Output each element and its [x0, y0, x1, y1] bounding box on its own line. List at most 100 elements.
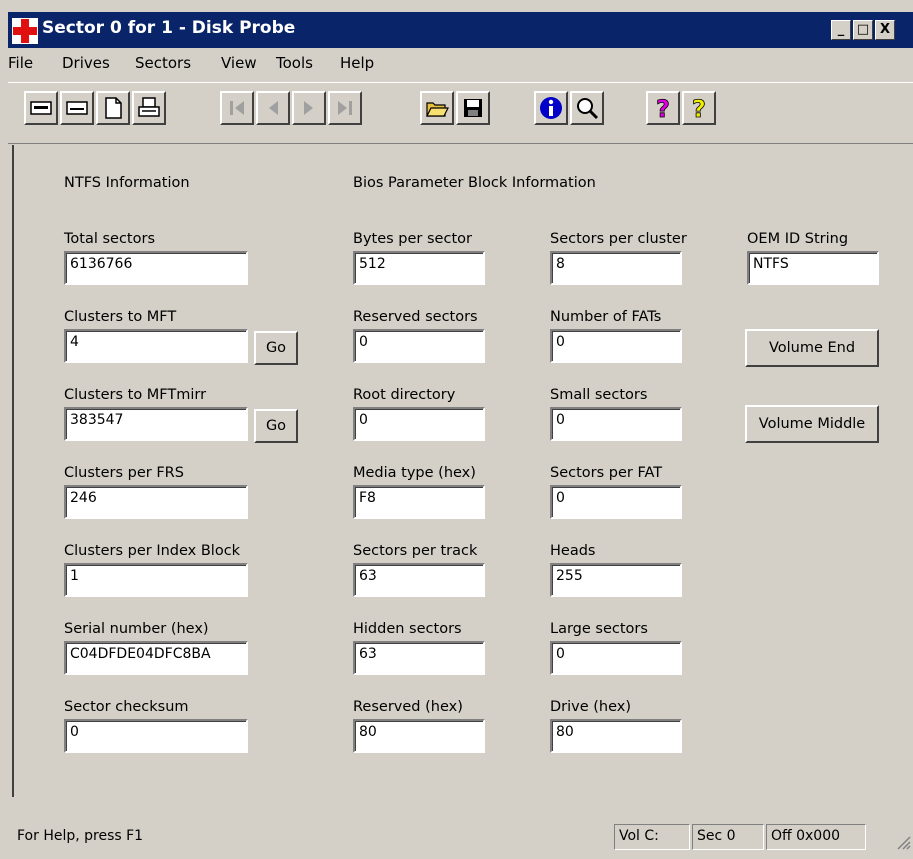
drive-hex-label: Drive (hex)	[550, 699, 632, 715]
menu-file[interactable]: File	[8, 54, 33, 72]
sectors-per-fat-field[interactable]: 0	[550, 485, 682, 519]
sectors-per-fat-label: Sectors per FAT	[550, 465, 663, 481]
resize-grip-icon[interactable]	[895, 834, 911, 850]
app-cross-icon	[12, 18, 38, 44]
next-sector-icon	[304, 101, 313, 115]
window-title: Sector 0 for 1 - Disk Probe	[42, 18, 296, 38]
reserved-sectors-field[interactable]: 0	[353, 329, 485, 363]
first-sector-button[interactable]	[220, 91, 254, 125]
close-icon: X	[879, 22, 891, 37]
context-help-icon: ?	[692, 95, 707, 121]
go-mftmirr-button[interactable]: Go	[254, 409, 298, 443]
menu-sectors[interactable]: Sectors	[135, 54, 191, 72]
logical-volume-button[interactable]	[24, 91, 58, 125]
status-bar: For Help, press F1 Vol C: Sec 0 Off 0x00…	[8, 820, 913, 852]
help-icon: ?	[656, 95, 671, 121]
save-button[interactable]	[456, 91, 490, 125]
small-sectors-field[interactable]: 0	[550, 407, 682, 441]
open-folder-icon	[426, 102, 449, 117]
physical-drive-icon	[66, 101, 88, 115]
go-mft-button[interactable]: Go	[254, 331, 298, 365]
bytes-per-sector-label: Bytes per sector	[353, 231, 472, 247]
sectors-per-cluster-field[interactable]: 8	[550, 251, 682, 285]
clusters-frs-field[interactable]: 246	[64, 485, 248, 519]
menu-help[interactable]: Help	[340, 54, 374, 72]
maximize-icon: □	[856, 22, 870, 37]
client-area: NTFS Information Total sectors 6136766 C…	[12, 145, 913, 797]
status-volume: Vol C:	[614, 824, 690, 850]
last-sector-button[interactable]	[328, 91, 362, 125]
root-directory-field[interactable]: 0	[353, 407, 485, 441]
clusters-mft-field[interactable]: 4	[64, 329, 248, 363]
menu-tools[interactable]: Tools	[276, 54, 313, 72]
number-fats-field[interactable]: 0	[550, 329, 682, 363]
media-type-label: Media type (hex)	[353, 465, 476, 481]
physical-drive-button[interactable]	[60, 91, 94, 125]
status-offset: Off 0x000	[766, 824, 866, 850]
info-icon	[540, 97, 562, 119]
first-sector-icon	[230, 101, 244, 115]
hidden-sectors-field[interactable]: 63	[353, 641, 485, 675]
status-sector: Sec 0	[692, 824, 764, 850]
title-bar[interactable]: Sector 0 for 1 - Disk Probe _ □ X	[8, 12, 913, 48]
disk-probe-window: Sector 0 for 1 - Disk Probe _ □ X File D…	[0, 0, 913, 859]
clusters-mft-label: Clusters to MFT	[64, 309, 177, 325]
reserved-sectors-label: Reserved sectors	[353, 309, 478, 325]
search-button[interactable]	[570, 91, 604, 125]
total-sectors-field[interactable]: 6136766	[64, 251, 248, 285]
volume-end-button[interactable]: Volume End	[745, 329, 879, 367]
total-sectors-label: Total sectors	[64, 231, 155, 247]
minimize-button[interactable]: _	[831, 20, 851, 40]
status-help-text: For Help, press F1	[17, 828, 144, 844]
checksum-field[interactable]: 0	[64, 719, 248, 753]
serial-field[interactable]: C04DFDE04DFC8BA	[64, 641, 248, 675]
next-sector-button[interactable]	[292, 91, 326, 125]
heads-label: Heads	[550, 543, 596, 559]
heads-field[interactable]: 255	[550, 563, 682, 597]
menu-view[interactable]: View	[221, 54, 257, 72]
root-directory-label: Root directory	[353, 387, 456, 403]
sectors-per-track-field[interactable]: 63	[353, 563, 485, 597]
open-button[interactable]	[420, 91, 454, 125]
previous-sector-icon	[269, 101, 278, 115]
context-help-button[interactable]: ?	[682, 91, 716, 125]
bpb-heading: Bios Parameter Block Information	[353, 175, 596, 191]
search-icon	[577, 98, 599, 120]
clusters-mftmirr-label: Clusters to MFTmirr	[64, 387, 207, 403]
reserved-hex-label: Reserved (hex)	[353, 699, 463, 715]
new-page-icon	[105, 97, 122, 119]
svg-text:?: ?	[656, 95, 670, 121]
checksum-label: Sector checksum	[64, 699, 189, 715]
new-page-button[interactable]	[96, 91, 130, 125]
close-button[interactable]: X	[875, 20, 895, 40]
number-fats-label: Number of FATs	[550, 309, 662, 325]
save-icon	[464, 99, 482, 117]
serial-label: Serial number (hex)	[64, 621, 209, 637]
print-icon	[138, 97, 160, 117]
reserved-hex-field[interactable]: 80	[353, 719, 485, 753]
print-button[interactable]	[132, 91, 166, 125]
bytes-per-sector-field[interactable]: 512	[353, 251, 485, 285]
info-button[interactable]	[534, 91, 568, 125]
volume-middle-button[interactable]: Volume Middle	[745, 405, 879, 443]
large-sectors-field[interactable]: 0	[550, 641, 682, 675]
menu-bar: File Drives Sectors View Tools Help	[8, 52, 913, 78]
sectors-per-track-label: Sectors per track	[353, 543, 478, 559]
help-button[interactable]: ?	[646, 91, 680, 125]
menu-drives[interactable]: Drives	[62, 54, 110, 72]
clusters-index-field[interactable]: 1	[64, 563, 248, 597]
sectors-per-cluster-label: Sectors per cluster	[550, 231, 687, 247]
large-sectors-label: Large sectors	[550, 621, 648, 637]
drive-hex-field[interactable]: 80	[550, 719, 682, 753]
minimize-icon: _	[837, 22, 845, 37]
clusters-mftmirr-field[interactable]: 383547	[64, 407, 248, 441]
hidden-sectors-label: Hidden sectors	[353, 621, 462, 637]
previous-sector-button[interactable]	[256, 91, 290, 125]
oem-id-field[interactable]: NTFS	[747, 251, 879, 285]
ntfs-heading: NTFS Information	[64, 175, 190, 191]
media-type-field[interactable]: F8	[353, 485, 485, 519]
clusters-index-label: Clusters per Index Block	[64, 543, 241, 559]
last-sector-icon	[338, 101, 352, 115]
logical-volume-icon	[30, 101, 52, 115]
maximize-button[interactable]: □	[853, 20, 873, 40]
